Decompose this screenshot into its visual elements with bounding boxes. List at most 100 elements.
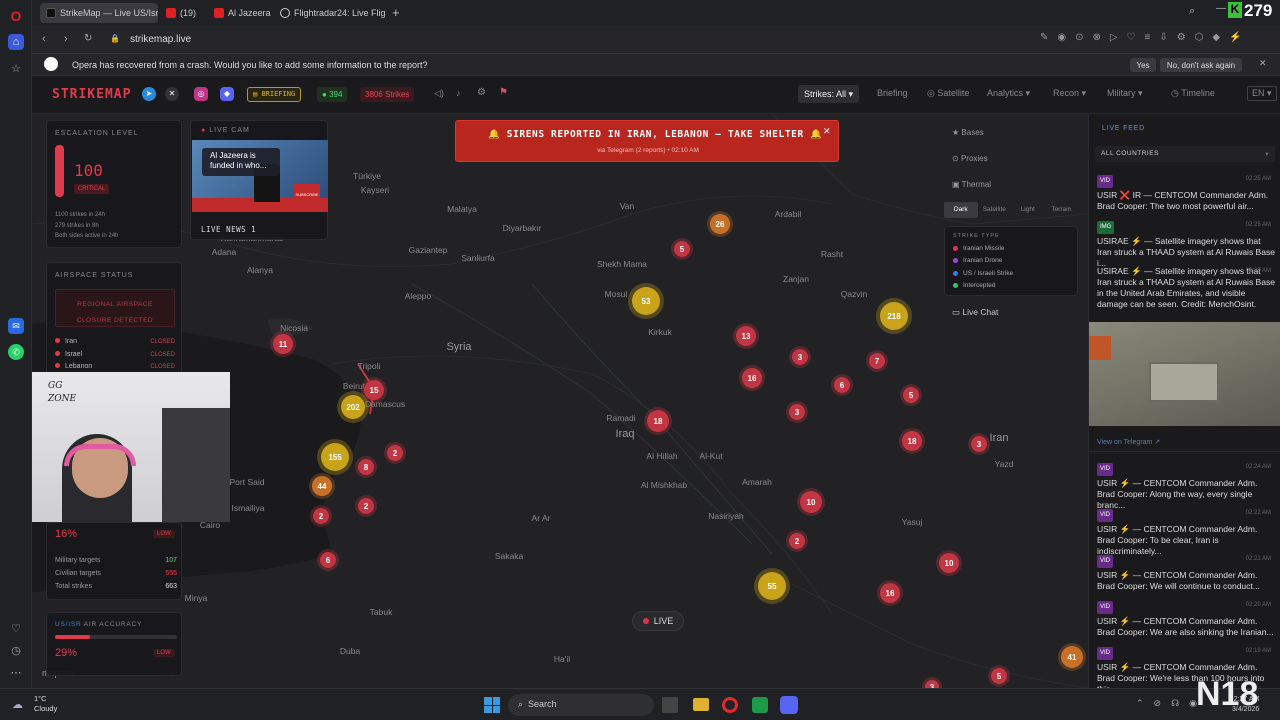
messenger-icon[interactable]: ✉ <box>8 318 24 334</box>
opera-logo-icon[interactable]: O <box>8 8 24 24</box>
legend-item[interactable]: US / Israeli Strike <box>953 267 1069 280</box>
forward-icon[interactable]: › <box>64 33 68 45</box>
strike-cluster[interactable]: 55 <box>758 572 786 600</box>
settings-icon[interactable]: ⚙ <box>477 87 486 98</box>
strike-cluster[interactable]: 2 <box>313 508 329 524</box>
strike-cluster[interactable]: 26 <box>710 214 730 234</box>
proxies-toggle[interactable]: ⊙ Proxies <box>944 150 1078 168</box>
nav-timeline[interactable]: ◷ Timeline <box>1171 88 1215 99</box>
tab-flightradar[interactable]: Flightradar24: Live Flight T <box>274 3 386 23</box>
style-light[interactable]: Light <box>1011 202 1045 218</box>
bases-toggle[interactable]: ★ Bases <box>944 124 1078 142</box>
strike-cluster[interactable]: 6 <box>834 377 850 393</box>
strike-cluster[interactable]: 11 <box>273 334 293 354</box>
strike-cluster[interactable]: 3 <box>792 349 808 365</box>
url-field[interactable]: strikemap.live <box>130 34 191 45</box>
strike-cluster[interactable]: 18 <box>902 431 922 451</box>
strike-cluster[interactable]: 3 <box>789 404 805 420</box>
home-icon[interactable]: ⌂ <box>8 34 24 50</box>
history-icon[interactable]: ◷ <box>8 642 24 658</box>
spotify-icon[interactable] <box>752 697 768 713</box>
satellite-image[interactable] <box>1089 322 1280 426</box>
reload-icon[interactable]: ↻ <box>84 33 92 44</box>
feed-item[interactable]: VID 02:24 AM USIR ⚡ — CENTCOM Commander Ad… <box>1097 462 1277 511</box>
feed-item[interactable]: VID 02:25 AM USIR ❌ IR — CENTCOM Commander… <box>1097 174 1277 212</box>
bell-icon[interactable]: ♪ <box>456 88 461 98</box>
live-chat-button[interactable]: ▭ Live Chat <box>944 302 1078 322</box>
strike-cluster[interactable]: 2 <box>789 533 805 549</box>
style-terrain[interactable]: Terrain <box>1045 202 1079 218</box>
legend-item[interactable]: Iranian Missile <box>953 242 1069 255</box>
nav-briefing[interactable]: Briefing <box>877 88 908 98</box>
minimize-icon[interactable]: — <box>1216 3 1226 14</box>
strike-cluster[interactable]: 13 <box>736 326 756 346</box>
feed-item[interactable]: IMG 02:25 AM USIRAE ⚡ — Satellite imagery … <box>1097 220 1277 269</box>
style-dark[interactable]: Dark <box>944 202 978 218</box>
siren-alert-banner[interactable]: 🔔 SIRENS REPORTED IN IRAN, LEBANON — TAK… <box>455 120 839 162</box>
strike-cluster[interactable]: 44 <box>312 476 332 496</box>
nav-military[interactable]: Military ▾ <box>1107 88 1143 99</box>
thermal-toggle[interactable]: ▣ Thermal <box>944 176 1078 194</box>
report-icon[interactable]: ⚑ <box>499 87 508 98</box>
opera-taskbar-icon[interactable] <box>722 697 738 713</box>
nav-satellite[interactable]: ◎ Satellite <box>927 88 969 99</box>
star-icon[interactable]: ☆ <box>8 60 24 76</box>
lock-icon[interactable]: 🔒 <box>110 34 120 43</box>
x-icon[interactable]: ✕ <box>165 87 179 101</box>
strike-cluster[interactable]: 218 <box>880 302 908 330</box>
feed-item[interactable]: VID 02:20 AM USIR ⚡ — CENTCOM Commander Ad… <box>1097 600 1277 638</box>
style-satellite[interactable]: Satellite <box>978 202 1012 218</box>
strike-cluster[interactable]: 6 <box>320 552 336 568</box>
strike-cluster[interactable]: 5 <box>674 241 690 257</box>
strike-cluster[interactable]: 2 <box>387 445 403 461</box>
taskbar-search[interactable]: ⌕ Search <box>508 694 654 716</box>
mute-icon[interactable]: ◁) <box>434 88 444 99</box>
strike-cluster[interactable]: 41 <box>1061 646 1083 668</box>
subscribe-button[interactable]: SUBSCRIBE <box>294 184 320 198</box>
yes-button[interactable]: Yes <box>1130 58 1156 72</box>
strike-cluster[interactable]: 5 <box>991 668 1007 684</box>
feed-item[interactable]: VID 02:21 AM USIR ⚡ — CENTCOM Commander Ad… <box>1097 554 1277 592</box>
channel-label[interactable]: LIVE NEWS 1 <box>201 225 256 234</box>
live-indicator[interactable]: LIVE <box>632 611 684 631</box>
strike-cluster[interactable]: 3 <box>925 680 939 688</box>
strike-cluster[interactable]: 2 <box>358 498 374 514</box>
tab-youtube[interactable]: (19) <box>160 3 210 23</box>
search-tabs-icon[interactable]: ⌕ <box>1189 5 1195 18</box>
view-on-telegram-link[interactable]: View on Telegram ↗ <box>1097 438 1160 446</box>
feed-item-expanded[interactable]: 02:25 AM USIRAE ⚡ — Satellite imagery sho… <box>1097 266 1277 310</box>
discord-icon[interactable]: ◆ <box>220 87 234 101</box>
live-cam-video[interactable]: Al Jazeera is funded in who... SUBSCRIBE <box>192 140 328 212</box>
nav-recon[interactable]: Recon ▾ <box>1053 88 1086 99</box>
strike-cluster[interactable]: 7 <box>869 353 885 369</box>
no-dont-ask-button[interactable]: No, don't ask again <box>1160 58 1242 72</box>
strike-cluster[interactable]: 155 <box>321 443 349 471</box>
briefing-button[interactable]: ▤ BRIEFING <box>247 87 302 102</box>
tab-strikemap[interactable]: StrikeMap — Live US/Isra <box>40 3 158 23</box>
back-icon[interactable]: ‹ <box>42 33 46 45</box>
weather-widget[interactable]: 1°C Cloudy <box>34 694 57 714</box>
strikes-filter-dropdown[interactable]: Strikes: All ▾ <box>798 85 860 103</box>
new-tab-button[interactable]: + <box>392 5 400 20</box>
instagram-icon[interactable]: ◎ <box>194 87 208 101</box>
strike-cluster[interactable]: 15 <box>364 380 384 400</box>
start-button[interactable] <box>484 697 500 713</box>
strike-cluster[interactable]: 8 <box>358 459 374 475</box>
strike-cluster[interactable]: 18 <box>647 410 669 432</box>
file-explorer-icon[interactable] <box>693 698 709 711</box>
language-select[interactable]: EN ▾ <box>1247 86 1277 101</box>
toolbar-icons[interactable]: ✎◉⊙⊗▷♡≡⇩⚙⬡◆⚡ <box>1040 32 1251 43</box>
strike-cluster[interactable]: 10 <box>939 553 959 573</box>
strike-cluster[interactable]: 53 <box>632 287 660 315</box>
strike-cluster[interactable]: 16 <box>742 368 762 388</box>
discord-taskbar-icon[interactable] <box>780 696 798 714</box>
legend-item[interactable]: Iranian Drone <box>953 255 1069 268</box>
whatsapp-icon[interactable]: ✆ <box>8 344 24 360</box>
nav-analytics[interactable]: Analytics ▾ <box>987 88 1030 99</box>
strike-cluster[interactable]: 5 <box>903 387 919 403</box>
heart-icon[interactable]: ♡ <box>8 620 24 636</box>
feed-item[interactable]: VID 02:22 AM USIR ⚡ — CENTCOM Commander Ad… <box>1097 508 1277 557</box>
legend-item[interactable]: Intercepted <box>953 280 1069 293</box>
task-view-icon[interactable] <box>662 697 678 713</box>
close-alert-icon[interactable]: ✕ <box>823 126 831 137</box>
